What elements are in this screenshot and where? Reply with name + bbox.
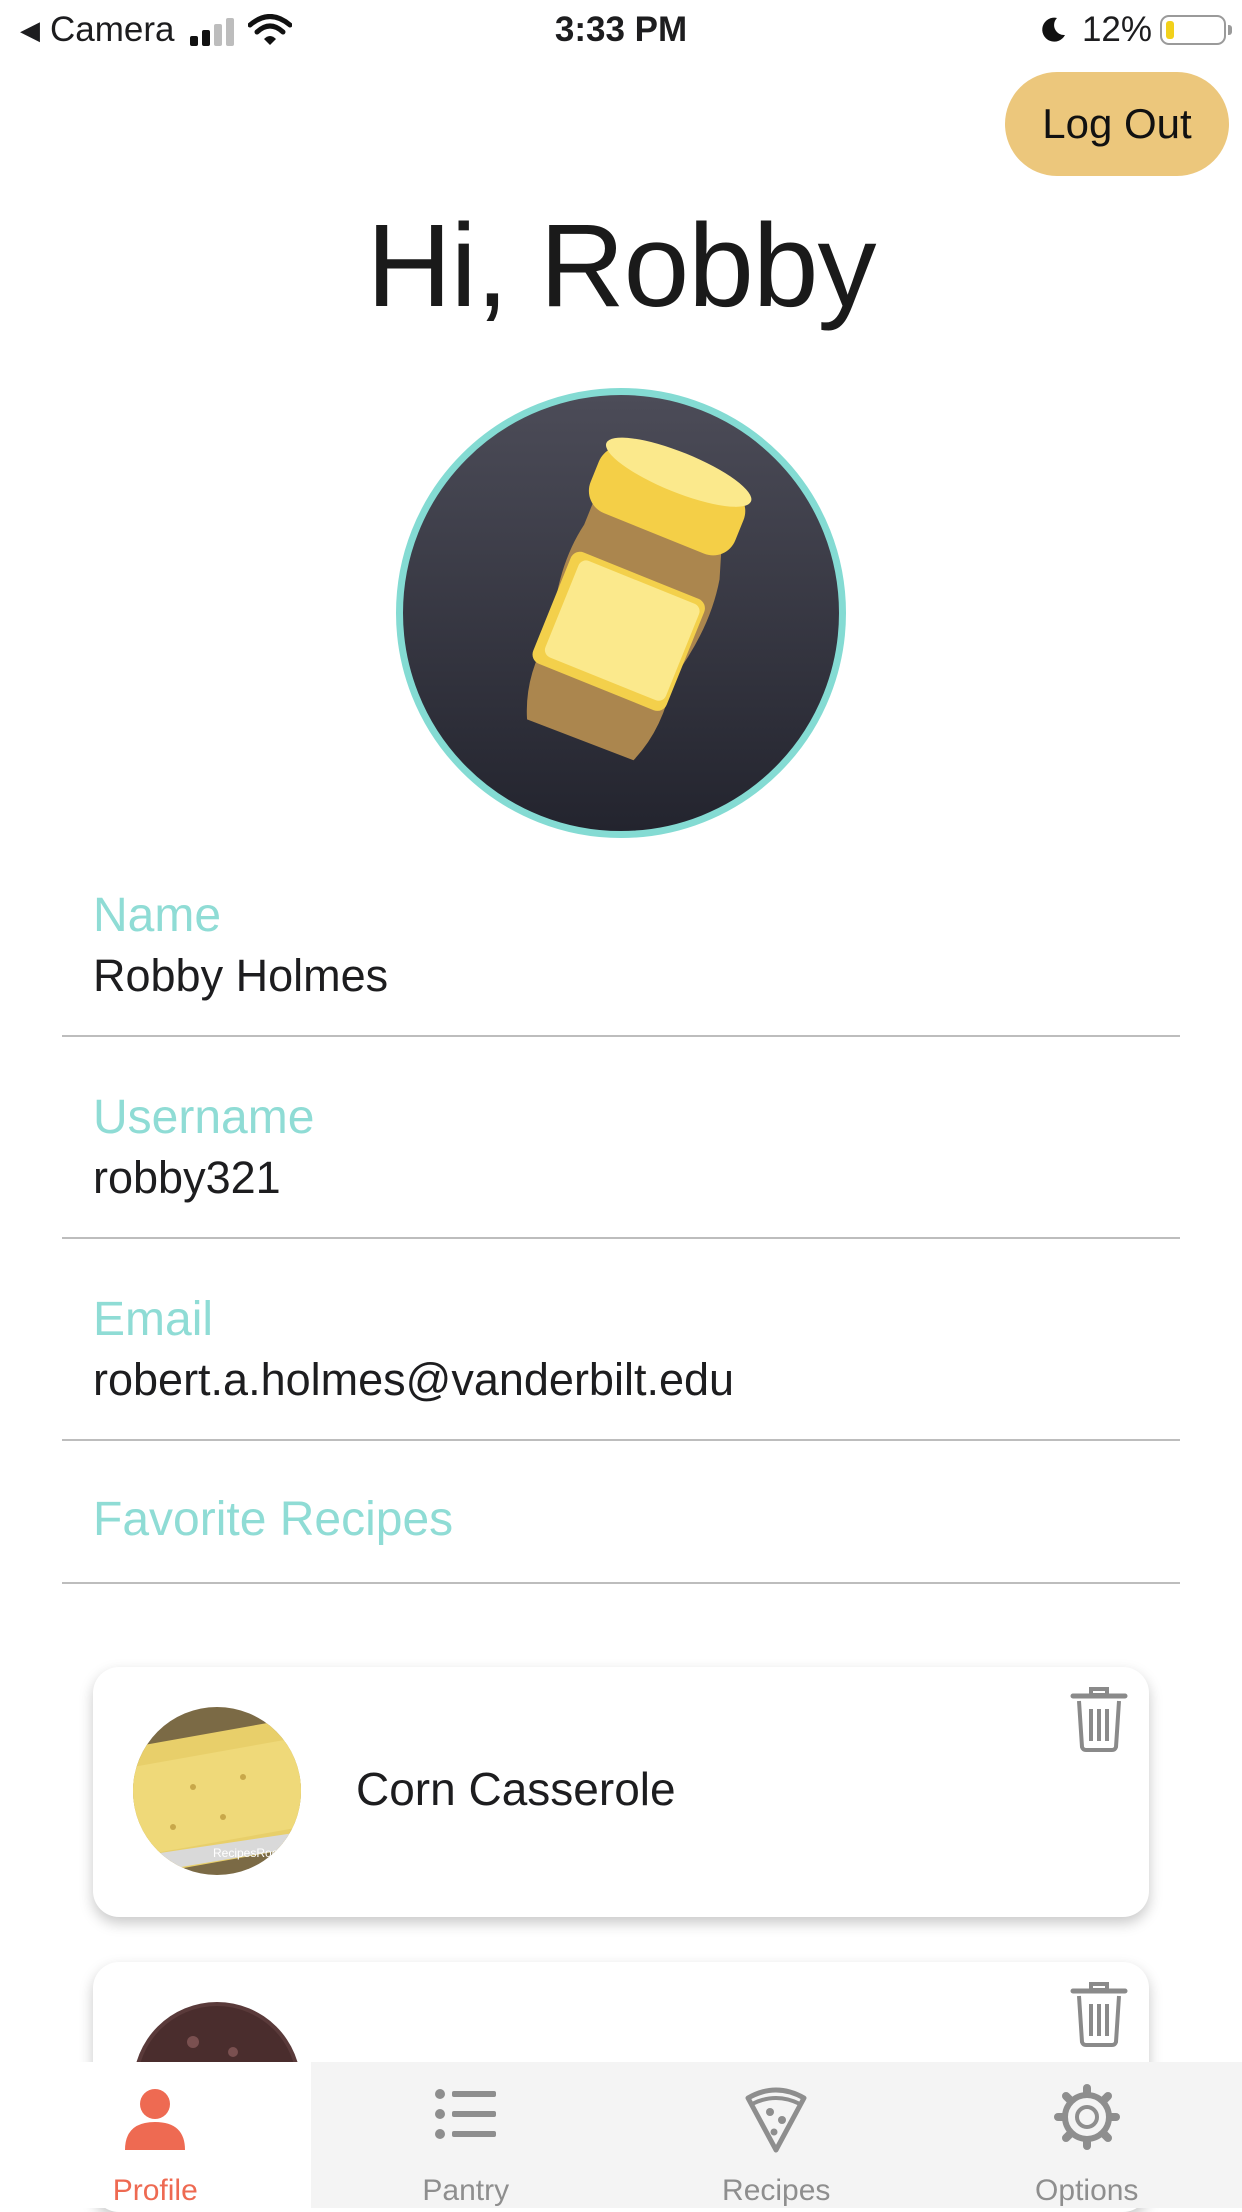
username-value: robby321 [93, 1152, 281, 1204]
favorites-header: Favorite Recipes [62, 1484, 1180, 1584]
gear-icon [1054, 2084, 1120, 2150]
tab-profile[interactable]: Profile [0, 2062, 311, 2208]
email-label: Email [93, 1292, 213, 1347]
pizza-slice-icon [744, 2084, 808, 2154]
peanut-butter-jar-icon [403, 395, 839, 831]
trash-icon[interactable] [1069, 1683, 1129, 1753]
tab-label: Pantry [311, 2174, 622, 2208]
tab-label: Options [932, 2174, 1242, 2208]
tab-label: Profile [0, 2174, 311, 2208]
thumbnail-caption: RecipesRoo [213, 1846, 279, 1860]
name-label: Name [93, 888, 221, 943]
greeting-title: Hi, Robby [0, 198, 1242, 334]
tab-options[interactable]: Options [932, 2062, 1242, 2208]
username-field: Username robby321 [62, 1082, 1180, 1239]
trash-icon[interactable] [1069, 1978, 1129, 2048]
avatar[interactable] [396, 388, 846, 838]
battery-percent: 12% [1082, 10, 1152, 50]
tab-recipes[interactable]: Recipes [621, 2062, 932, 2208]
list-icon [434, 2084, 498, 2144]
name-field: Name Robby Holmes [62, 880, 1180, 1037]
logout-button[interactable]: Log Out [1005, 72, 1229, 176]
moon-icon [1038, 15, 1068, 45]
name-value: Robby Holmes [93, 950, 388, 1002]
tab-label: Recipes [621, 2174, 932, 2208]
recipe-title: Corn Casserole [356, 1762, 676, 1816]
status-bar: ◀ Camera 3:33 PM 12% [0, 0, 1242, 62]
tab-pantry[interactable]: Pantry [311, 2062, 622, 2208]
recipe-thumbnail: RecipesRoo [133, 1707, 301, 1875]
recipe-card[interactable]: RecipesRoo Corn Casserole [93, 1667, 1149, 1917]
status-right: 12% [1038, 10, 1226, 50]
username-label: Username [93, 1090, 314, 1145]
email-value: robert.a.holmes@vanderbilt.edu [93, 1354, 734, 1406]
person-icon [123, 2084, 187, 2154]
tab-bar: Profile Pantry Recipes Options [0, 2062, 1242, 2208]
battery-icon [1160, 15, 1226, 45]
email-field: Email robert.a.holmes@vanderbilt.edu [62, 1284, 1180, 1441]
favorites-label: Favorite Recipes [93, 1492, 453, 1547]
